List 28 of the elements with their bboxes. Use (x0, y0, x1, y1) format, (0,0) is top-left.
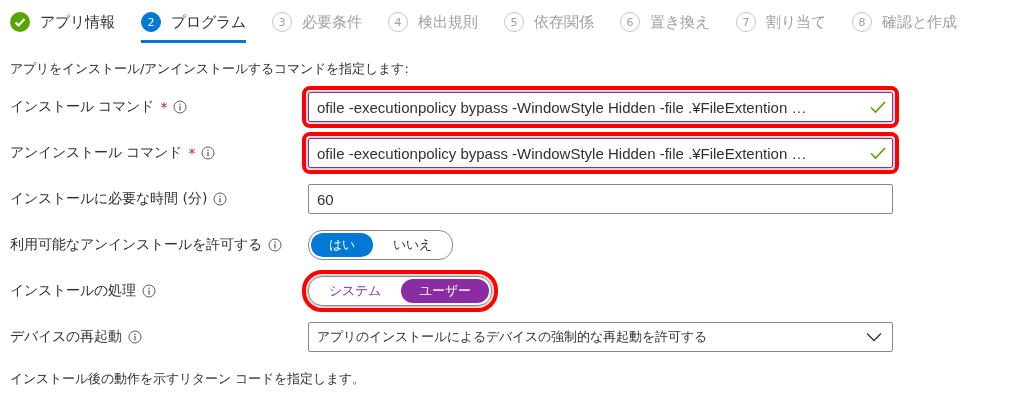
info-icon[interactable] (268, 238, 282, 252)
check-icon (870, 146, 886, 160)
field-label: アンインストール コマンド (10, 144, 183, 162)
wizard-step-tab[interactable]: アプリ情報 (10, 12, 115, 43)
required-mark: * (160, 99, 168, 115)
field-label: 利用可能なアンインストールを許可する (10, 236, 262, 254)
wizard-step-tab[interactable]: 2 プログラム (141, 12, 246, 43)
info-icon[interactable] (201, 146, 216, 160)
required-mark: * (188, 145, 196, 161)
info-icon[interactable] (213, 192, 228, 206)
toggle-option[interactable]: ユーザー (401, 279, 489, 303)
info-icon[interactable] (128, 330, 142, 344)
field-label: インストールの処理 (10, 282, 136, 300)
field-label: インストール コマンド (10, 98, 155, 116)
instruction-text: アプリをインストール/アンインストールするコマンドを指定します: (9, 60, 410, 78)
chevron-down-icon (866, 332, 882, 342)
info-icon[interactable] (142, 284, 156, 298)
field-label: インストールに必要な時間 (分) (10, 190, 208, 208)
field-label: デバイスの再起動 (10, 328, 122, 346)
toggle-option[interactable]: いいえ (375, 233, 450, 257)
step-number: 2 (141, 12, 161, 32)
toggle-option[interactable]: はい (311, 233, 373, 257)
toggle-option[interactable]: システム (311, 279, 399, 303)
check-icon (870, 100, 886, 114)
text-field[interactable]: 60 (308, 184, 893, 214)
info-icon[interactable] (173, 100, 188, 114)
dropdown[interactable]: アプリのインストールによるデバイスの強制的な再起動を許可する (308, 322, 893, 352)
instruction-text: インストール後の動作を示すリターン コードを指定します。 (9, 370, 367, 388)
